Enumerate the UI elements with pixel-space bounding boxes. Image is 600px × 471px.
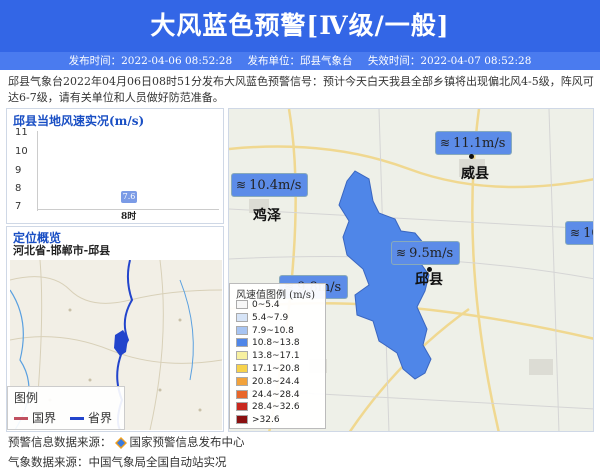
wind-icon: ≋ — [236, 178, 247, 192]
legend-range: 7.9~10.8 — [252, 325, 294, 336]
data-label: 7.6 — [121, 191, 137, 204]
legend-swatch — [236, 325, 248, 335]
legend-swatch — [236, 312, 248, 322]
wind-legend-item: 28.4~32.6 — [236, 402, 300, 413]
legend-range: 28.4~32.6 — [252, 402, 300, 413]
legend-national-border: 国界 — [14, 409, 56, 426]
wind-value: 9.5m/s — [409, 246, 454, 261]
legend-swatch — [236, 376, 248, 386]
wind-legend-title: 风速值图例 (m/s) — [236, 290, 315, 301]
wind-tag[interactable]: ≋ 9.5m/s — [391, 241, 461, 265]
wind-icon: ≋ — [440, 136, 451, 150]
legend-swatch — [236, 415, 248, 425]
wind-tag[interactable]: ≋10. — [565, 221, 593, 245]
weather-source: 气象数据来源：中国气象局全国自动站实况 — [8, 455, 227, 469]
town-dot — [427, 267, 432, 272]
warning-description: 邱县气象台2022年04月06日08时51分发布大风蓝色预警信号：预计今天白天我… — [8, 75, 594, 104]
y-tick: 7 — [15, 201, 22, 212]
legend-label: 国界 — [32, 411, 57, 425]
wind-tag[interactable]: ≋ 10.4m/s — [231, 173, 309, 197]
page-title: 大风蓝色预警[Ⅳ级/一般] — [150, 11, 450, 40]
overview-legend: 图例 国界 省界 — [7, 386, 125, 430]
town-dot — [469, 154, 474, 159]
header-banner: 大风蓝色预警[Ⅳ级/一般] — [0, 0, 600, 52]
legend-swatch — [236, 402, 248, 412]
y-axis — [37, 131, 38, 211]
warning-source-name: 国家预警信息发布中心 — [129, 435, 245, 449]
overview-legend-title: 图例 — [14, 391, 39, 405]
national-border-line-icon — [14, 417, 28, 420]
legend-range: 24.4~28.4 — [252, 389, 300, 400]
wind-icon: ≋ — [396, 246, 407, 260]
meta-bar: 发布时间：2022-04-06 08:52:28 发布单位：邱县气象台 失效时间… — [0, 52, 600, 70]
warning-center-logo-icon — [114, 437, 127, 449]
legend-swatch — [236, 338, 248, 348]
legend-range: 5.4~7.9 — [252, 312, 289, 323]
wind-legend-item: 5.4~7.9 — [236, 312, 289, 324]
wind-value: 10.4m/s — [249, 178, 302, 193]
legend-swatch — [236, 364, 248, 373]
y-tick: 8 — [15, 183, 22, 194]
legend-swatch — [236, 351, 248, 361]
y-tick: 9 — [15, 165, 22, 176]
wind-icon: ≋ — [570, 226, 581, 240]
legend-label: 省界 — [88, 411, 113, 425]
town-label: 邱县 — [415, 272, 443, 288]
y-tick: 10 — [15, 146, 28, 157]
town-label: 威县 — [461, 166, 489, 182]
wind-legend-item: 17.1~20.8 — [236, 364, 300, 375]
town-label: 鸡泽 — [253, 208, 281, 224]
publish-time: 发布时间：2022-04-06 08:52:28 — [68, 55, 233, 67]
province-border-line-icon — [70, 417, 84, 420]
wind-legend-item: 7.9~10.8 — [236, 325, 294, 337]
publisher: 发布单位：邱县气象台 — [247, 55, 353, 67]
wind-tag[interactable]: ≋ 11.1m/s — [435, 131, 513, 155]
wind-legend-item: 20.8~24.4 — [236, 376, 300, 388]
legend-range: 13.8~17.1 — [252, 351, 300, 362]
wind-panel-title: 邱县当地风速实况(m/s) — [13, 114, 145, 128]
expire-time: 失效时间：2022-04-07 08:52:28 — [367, 55, 532, 67]
wind-legend-item: >32.6 — [236, 415, 280, 426]
location-path: 河北省-邯郸市-邱县 — [13, 244, 111, 257]
x-tick: 8时 — [121, 212, 137, 222]
wind-speed-legend: 风速值图例 (m/s) 0~5.4 5.4~7.9 7.9~10.8 10.8~13.… — [229, 283, 326, 429]
wind-value: 11.1m/s — [453, 136, 506, 151]
wind-legend-item: 10.8~13.8 — [236, 338, 300, 349]
legend-range: 0~5.4 — [252, 300, 280, 310]
wind-legend-item: 0~5.4 — [236, 300, 280, 311]
y-tick: 11 — [15, 127, 28, 138]
legend-range: 17.1~20.8 — [252, 364, 300, 374]
wind-value: 10. — [583, 226, 593, 241]
warning-source: 预警信息数据来源： 国家预警信息发布中心 — [8, 434, 245, 450]
warning-source-label: 预警信息数据来源： — [8, 435, 112, 449]
legend-range: >32.6 — [252, 415, 280, 426]
wind-legend-item: 24.4~28.4 — [236, 389, 300, 401]
legend-province-border: 省界 — [70, 409, 112, 426]
legend-swatch — [236, 389, 248, 399]
wind-legend-item: 13.8~17.1 — [236, 351, 300, 362]
legend-range: 20.8~24.4 — [252, 376, 300, 387]
legend-swatch — [236, 300, 248, 309]
legend-range: 10.8~13.8 — [252, 338, 300, 349]
wind-speed-panel: 邱县当地风速实况(m/s) 11 10 9 8 7 7.6 8时 — [6, 108, 224, 224]
